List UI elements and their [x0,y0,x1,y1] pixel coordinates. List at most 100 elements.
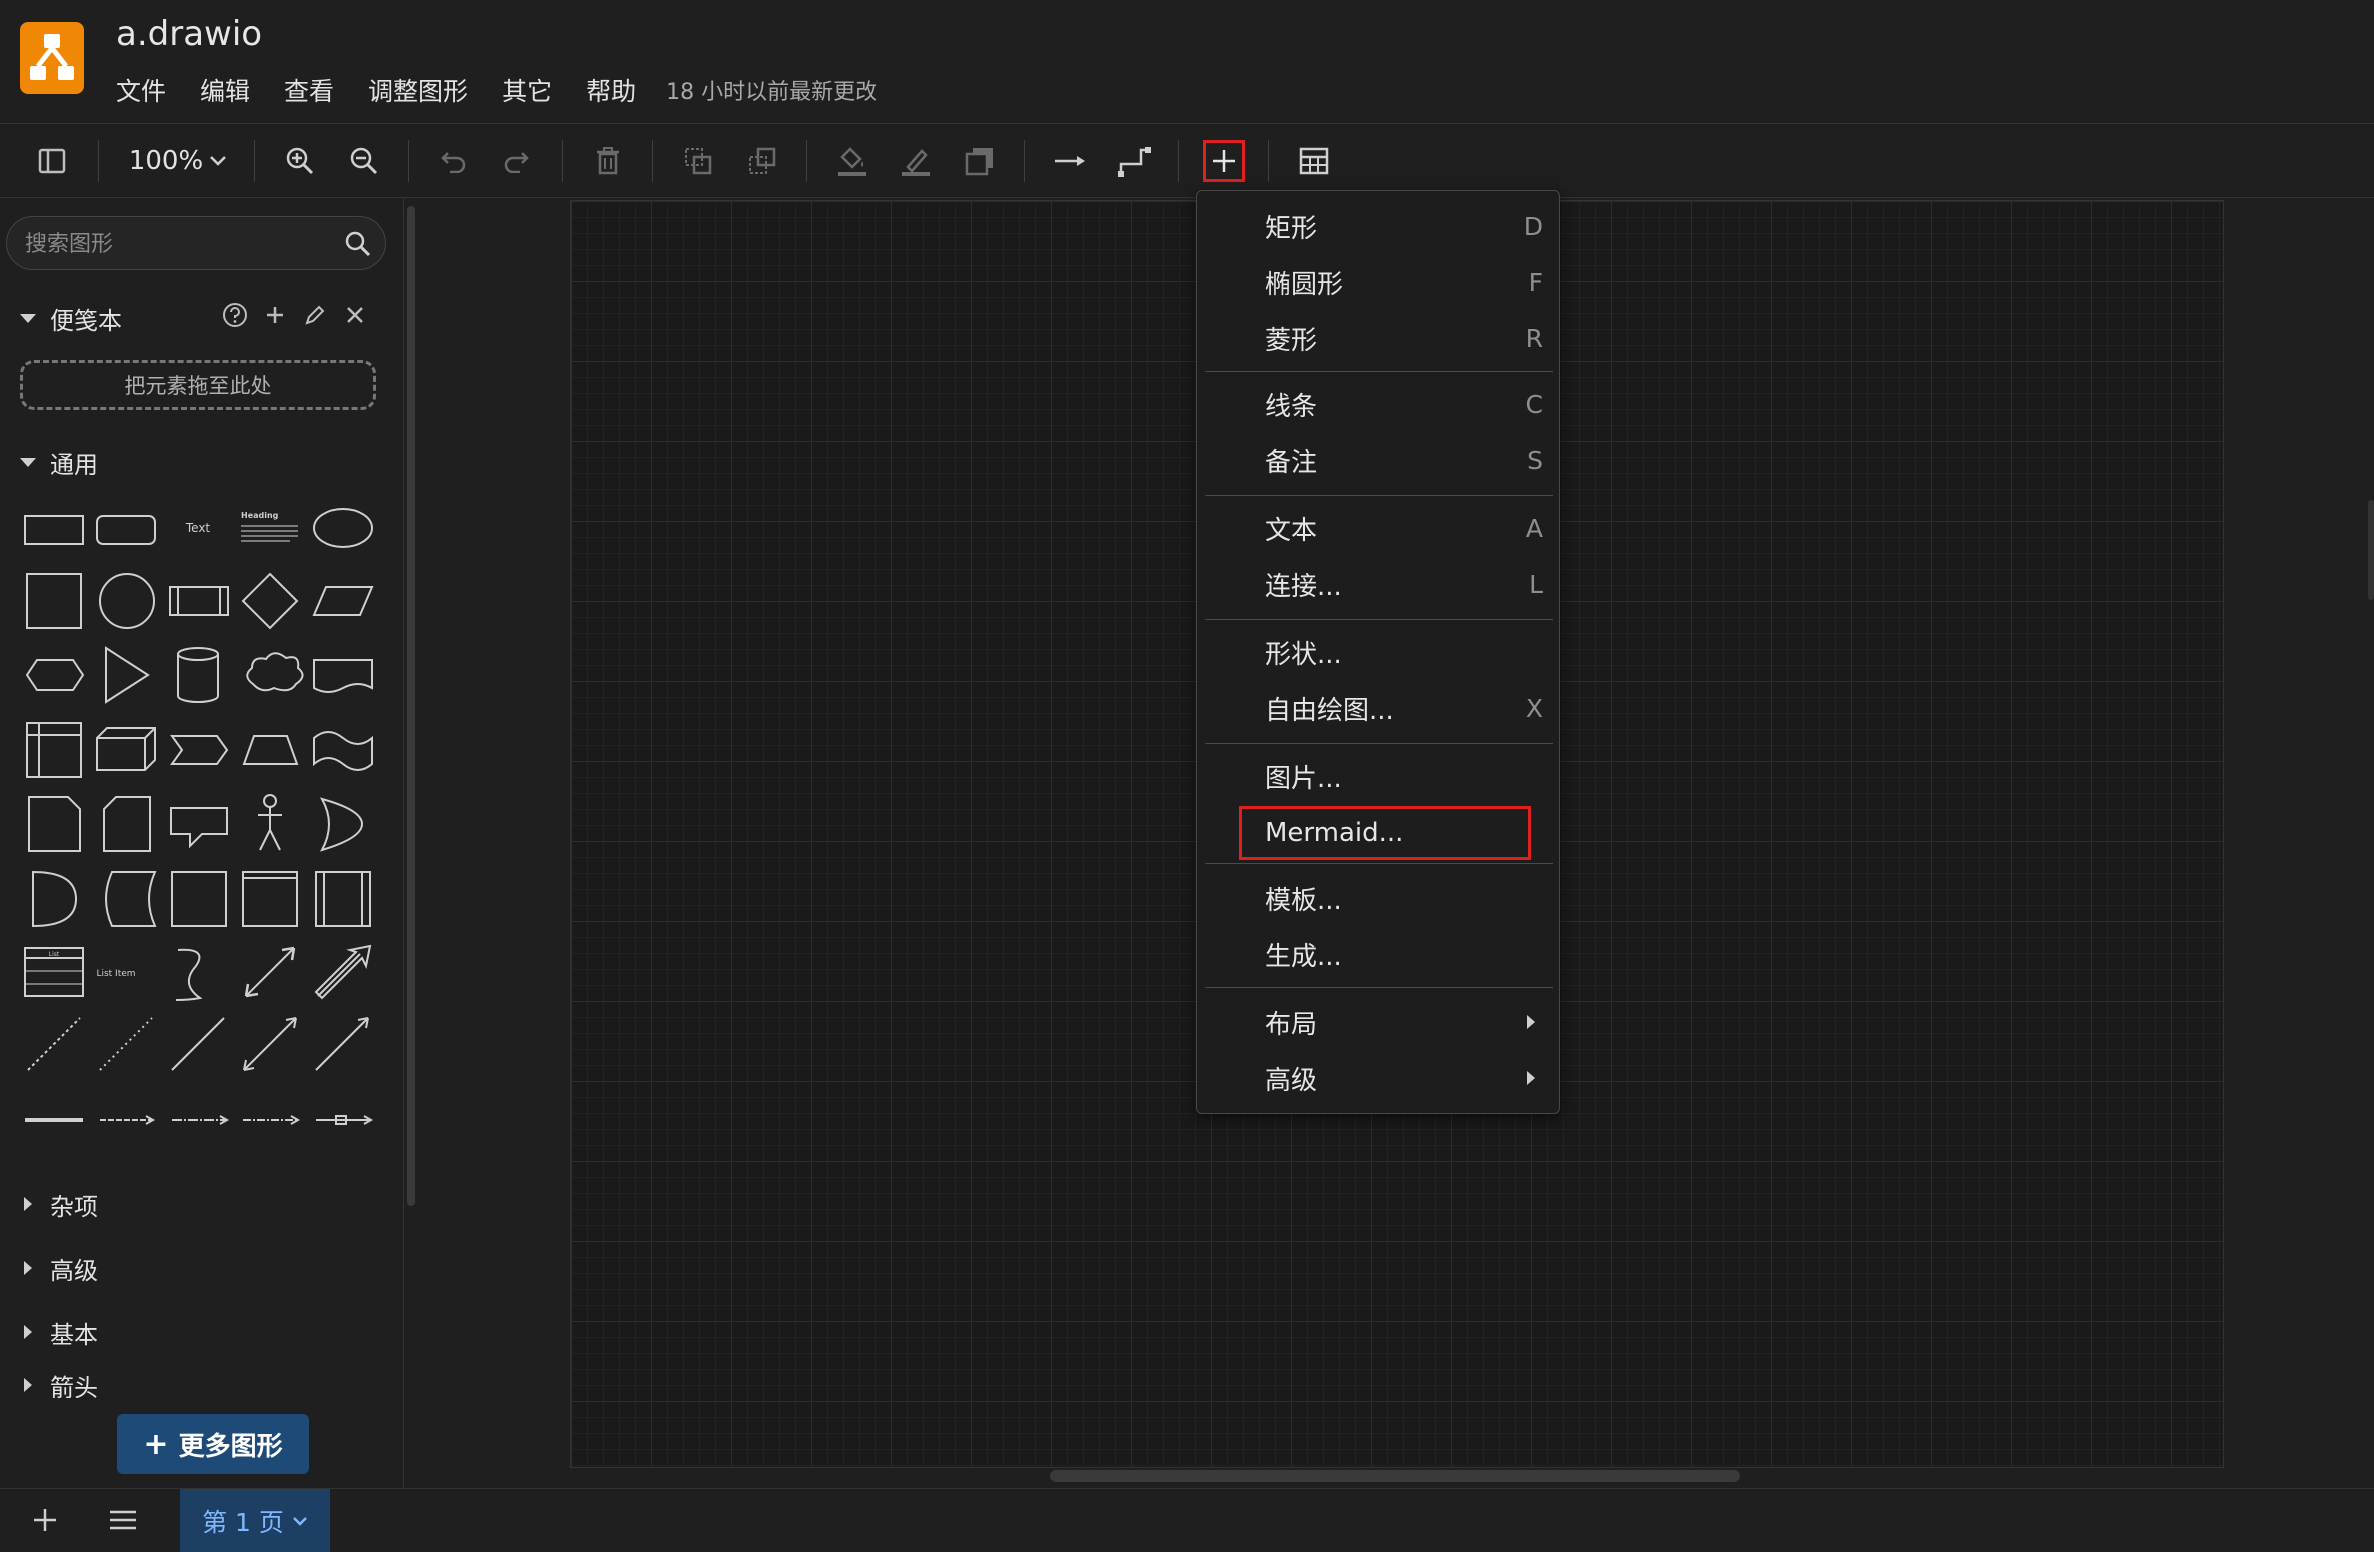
zoom-in-icon[interactable] [280,124,320,198]
shape-trapezoid[interactable] [242,735,299,765]
menu-arrange[interactable]: 调整图形 [368,72,468,108]
shape-rounded-rectangle[interactable] [96,515,156,545]
file-title[interactable]: a.drawio [116,14,262,54]
menu-item-line[interactable]: 线条 C [1197,377,1561,431]
menu-help[interactable]: 帮助 [586,72,636,108]
menu-item-link[interactable]: 连接... L [1197,557,1561,611]
menu-edit[interactable]: 编辑 [200,72,250,108]
shape-hexagon[interactable] [25,659,85,691]
menu-item-rhombus[interactable]: 菱形 R [1197,311,1561,365]
add-page-icon[interactable] [30,1505,60,1539]
sidebar-toggle-icon[interactable] [32,124,72,198]
shape-circle[interactable] [99,573,155,629]
redo-icon[interactable] [496,124,536,198]
shape-ellipse[interactable] [313,508,373,548]
shape-directional-connector[interactable] [315,1017,369,1071]
page-tab[interactable]: 第 1 页 [180,1489,330,1552]
menu-item-label: 文本 [1265,515,1318,546]
shape-internal-storage[interactable] [26,722,82,778]
shape-text[interactable]: Text [185,521,211,535]
horizontal-scrollbar[interactable] [1050,1470,1740,1482]
waypoints-icon[interactable] [1114,124,1154,198]
shape-diamond[interactable] [241,572,299,630]
last-change-status[interactable]: 18 小时以前最新更改 [666,74,877,106]
shape-delay[interactable] [32,870,78,928]
shape-cube[interactable] [96,727,156,771]
section-misc[interactable]: 杂项 [0,1184,98,1224]
menu-item-freehand[interactable]: 自由绘图... X [1197,681,1561,735]
shape-process[interactable] [169,586,229,616]
zoom-out-icon[interactable] [344,124,384,198]
shape-dashed-line[interactable] [27,1017,81,1071]
toolbar-divider [1268,140,1269,182]
shape-bidirectional-arrow[interactable] [244,946,296,998]
connection-arrow-icon[interactable] [1050,124,1090,198]
insert-plus-icon[interactable] [1203,140,1245,182]
shape-line[interactable] [171,1017,225,1071]
shape-thick-arrow[interactable] [314,944,372,1000]
menu-item-advanced[interactable]: 高级 [1197,1051,1561,1105]
section-arrows[interactable]: 箭头 [0,1372,98,1398]
shape-or[interactable] [319,797,364,852]
menu-item-layout[interactable]: 布局 [1197,995,1561,1049]
menu-extras[interactable]: 其它 [502,72,552,108]
line-color-icon[interactable] [896,124,936,198]
menu-item-generate[interactable]: 生成... [1197,927,1561,981]
to-front-icon[interactable] [678,124,718,198]
more-shapes-label: 更多图形 [178,1431,283,1462]
shape-rectangle[interactable] [24,515,84,545]
menu-item-template[interactable]: 模板... [1197,871,1561,925]
shape-bidirectional-connector[interactable] [243,1017,297,1071]
shape-heading-textbox[interactable]: Heading [241,511,298,542]
shape-tape[interactable] [313,731,373,771]
caret-right-icon [24,1325,32,1339]
shape-list-item[interactable]: List Item [96,969,135,979]
shape-note[interactable] [28,796,81,852]
shape-square[interactable] [26,573,82,629]
fill-color-icon[interactable] [832,124,872,198]
to-back-icon[interactable] [742,124,782,198]
shape-connector-3[interactable] [243,1115,301,1125]
shape-callout[interactable] [170,807,228,849]
shape-connector-2[interactable] [172,1115,230,1125]
shape-step[interactable] [170,735,229,765]
shadow-icon[interactable] [960,124,1000,198]
menu-item-note[interactable]: 备注 S [1197,433,1561,487]
zoom-dropdown[interactable]: 100% [118,124,238,198]
menu-item-shapes[interactable]: 形状... [1197,625,1561,679]
shape-swimlane[interactable] [242,871,298,927]
shape-parallelogram[interactable] [312,586,374,616]
menu-item-label: 高级 [1265,1065,1318,1096]
undo-icon[interactable] [434,124,474,198]
more-shapes-button[interactable]: + 更多图形 [117,1414,309,1474]
shape-card[interactable] [103,796,151,852]
shape-data-storage[interactable] [105,871,157,927]
section-advanced[interactable]: 高级 [0,1248,98,1288]
menu-view[interactable]: 查看 [284,72,334,108]
shape-curve[interactable] [175,948,203,1001]
shape-connector-4[interactable] [316,1115,374,1125]
shape-triangle[interactable] [105,646,150,704]
menu-icon[interactable] [106,1507,140,1537]
section-basic[interactable]: 基本 [0,1312,98,1352]
chevron-down-icon [210,156,227,166]
shape-vertical-container[interactable] [315,871,371,927]
shape-dotted-line[interactable] [99,1017,153,1071]
shape-cloud[interactable] [246,652,304,692]
menu-file[interactable]: 文件 [116,72,166,108]
shape-document[interactable] [313,659,373,693]
table-icon[interactable] [1294,124,1334,198]
menu-item-text[interactable]: 文本 A [1197,501,1561,555]
delete-icon[interactable] [588,124,628,198]
menu-item-rectangle[interactable]: 矩形 D [1197,199,1561,253]
menu-item-label: 布局 [1265,1009,1318,1040]
shape-actor[interactable] [258,794,282,851]
shape-connector-1[interactable] [100,1115,156,1125]
drawio-logo[interactable] [20,22,84,94]
menu-item-ellipse[interactable]: 椭圆形 F [1197,255,1561,309]
shape-container[interactable] [171,871,227,927]
vertical-scrollbar[interactable] [2368,500,2374,600]
menu-item-image[interactable]: 图片... [1197,749,1561,803]
sidebar-scrollbar-thumb[interactable] [407,206,415,1206]
shape-cylinder[interactable] [177,647,219,703]
